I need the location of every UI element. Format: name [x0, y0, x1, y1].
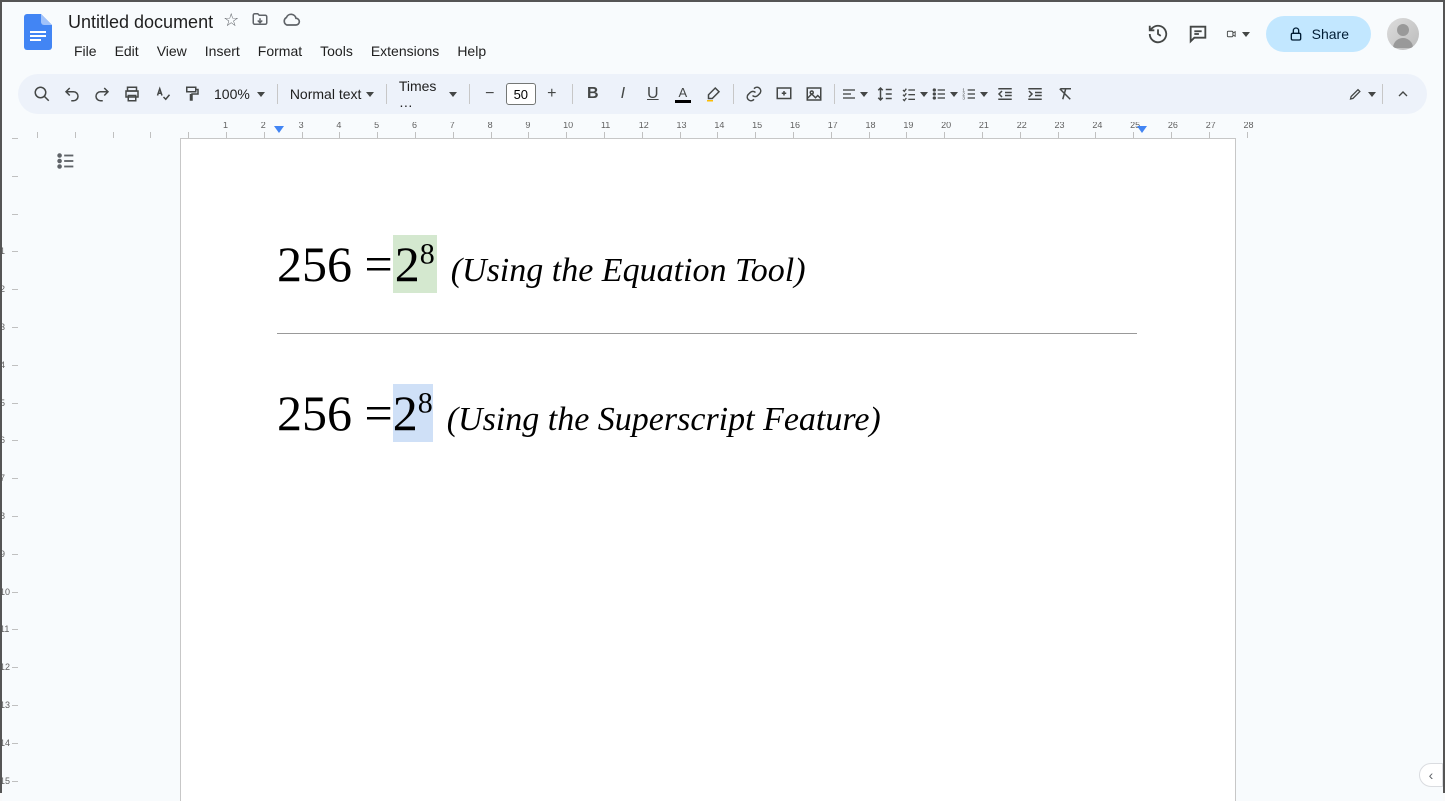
- header: Untitled document ☆ File Edit View Inser…: [2, 2, 1443, 66]
- clear-format-icon[interactable]: [1051, 80, 1079, 108]
- font-size-input[interactable]: [506, 83, 536, 105]
- toolbar-wrap: 100% Normal text Times … − + B I U A 123: [2, 66, 1443, 122]
- menu-tools[interactable]: Tools: [312, 39, 361, 63]
- document-title[interactable]: Untitled document: [66, 12, 213, 33]
- horizontal-rule: [277, 333, 1137, 334]
- bullet-list-icon[interactable]: [931, 80, 959, 108]
- right-margin-indicator[interactable]: [1137, 126, 1147, 133]
- user-avatar[interactable]: [1387, 18, 1419, 50]
- separator: [386, 84, 387, 104]
- paragraph-style-dropdown[interactable]: Normal text: [284, 80, 380, 108]
- print-icon[interactable]: [118, 80, 146, 108]
- move-icon[interactable]: [251, 10, 269, 35]
- link-icon[interactable]: [740, 80, 768, 108]
- expr2-exp: 8: [418, 386, 433, 419]
- comments-icon[interactable]: [1186, 22, 1210, 46]
- decrease-indent-icon[interactable]: [991, 80, 1019, 108]
- vertical-ruler[interactable]: [2, 138, 18, 801]
- spellcheck-icon[interactable]: [148, 80, 176, 108]
- left-margin-indicator[interactable]: [274, 126, 284, 133]
- horizontal-ruler[interactable]: [37, 122, 1425, 138]
- search-icon[interactable]: [28, 80, 56, 108]
- separator: [469, 84, 470, 104]
- logo-area: [18, 8, 66, 52]
- editing-mode-icon[interactable]: [1348, 80, 1376, 108]
- expr2-base: 2: [393, 385, 418, 441]
- text-color-icon[interactable]: A: [669, 80, 697, 108]
- undo-icon[interactable]: [58, 80, 86, 108]
- insert-image-icon[interactable]: [800, 80, 828, 108]
- style-value: Normal text: [290, 86, 362, 102]
- add-comment-icon[interactable]: [770, 80, 798, 108]
- numbered-list-icon[interactable]: 123: [961, 80, 989, 108]
- increase-font-icon[interactable]: +: [538, 80, 566, 108]
- expr1-exp: 8: [420, 237, 435, 270]
- font-dropdown[interactable]: Times …: [393, 80, 463, 108]
- menubar: File Edit View Insert Format Tools Exten…: [66, 36, 1146, 66]
- separator: [572, 84, 573, 104]
- meet-icon[interactable]: [1226, 22, 1250, 46]
- menu-help[interactable]: Help: [449, 39, 494, 63]
- menu-insert[interactable]: Insert: [197, 39, 248, 63]
- separator: [733, 84, 734, 104]
- share-button[interactable]: Share: [1266, 16, 1371, 52]
- line-superscript[interactable]: 256 = 28 (Using the Superscript Feature): [277, 384, 1139, 442]
- share-label: Share: [1312, 26, 1349, 42]
- menu-file[interactable]: File: [66, 39, 105, 63]
- cloud-status-icon[interactable]: [281, 10, 301, 35]
- title-icons: ☆: [223, 10, 301, 35]
- menu-view[interactable]: View: [149, 39, 195, 63]
- menu-extensions[interactable]: Extensions: [363, 39, 447, 63]
- menu-format[interactable]: Format: [250, 39, 310, 63]
- canvas-area: 256 = 28 (Using the Equation Tool) 256 =…: [2, 122, 1443, 801]
- line-spacing-icon[interactable]: [871, 80, 899, 108]
- page[interactable]: 256 = 28 (Using the Equation Tool) 256 =…: [180, 138, 1236, 801]
- lock-icon: [1288, 26, 1304, 42]
- paint-format-icon[interactable]: [178, 80, 206, 108]
- title-row: Untitled document ☆: [66, 8, 1146, 36]
- italic-icon[interactable]: I: [609, 80, 637, 108]
- history-icon[interactable]: [1146, 22, 1170, 46]
- expr1-prefix[interactable]: 256 =: [277, 235, 393, 293]
- expr2-prefix[interactable]: 256 =: [277, 384, 393, 442]
- separator: [1382, 84, 1383, 104]
- title-menu-area: Untitled document ☆ File Edit View Inser…: [66, 8, 1146, 66]
- underline-icon[interactable]: U: [639, 80, 667, 108]
- bold-icon[interactable]: B: [579, 80, 607, 108]
- expr1-base: 2: [395, 236, 420, 292]
- align-icon[interactable]: [841, 80, 869, 108]
- expr1-power[interactable]: 28: [393, 235, 437, 293]
- checklist-icon[interactable]: [901, 80, 929, 108]
- caption2[interactable]: (Using the Superscript Feature): [447, 401, 881, 439]
- highlight-icon[interactable]: [699, 80, 727, 108]
- separator: [834, 84, 835, 104]
- font-value: Times …: [399, 78, 445, 110]
- side-panel-toggle-icon[interactable]: ‹: [1419, 763, 1443, 787]
- docs-logo-icon[interactable]: [18, 12, 58, 52]
- collapse-toolbar-icon[interactable]: [1389, 80, 1417, 108]
- menu-edit[interactable]: Edit: [107, 39, 147, 63]
- zoom-value: 100%: [214, 86, 250, 102]
- svg-text:3: 3: [963, 95, 966, 100]
- star-icon[interactable]: ☆: [223, 10, 239, 35]
- separator: [277, 84, 278, 104]
- header-right: Share: [1146, 8, 1427, 52]
- line-equation-tool[interactable]: 256 = 28 (Using the Equation Tool): [277, 235, 1139, 293]
- document-content[interactable]: 256 = 28 (Using the Equation Tool) 256 =…: [277, 235, 1139, 442]
- decrease-font-icon[interactable]: −: [476, 80, 504, 108]
- caption1[interactable]: (Using the Equation Tool): [451, 252, 806, 290]
- redo-icon[interactable]: [88, 80, 116, 108]
- expr2-power[interactable]: 28: [393, 384, 433, 442]
- document-scroll[interactable]: 256 = 28 (Using the Equation Tool) 256 =…: [37, 138, 1425, 801]
- zoom-dropdown[interactable]: 100%: [208, 80, 271, 108]
- toolbar: 100% Normal text Times … − + B I U A 123: [18, 74, 1427, 114]
- increase-indent-icon[interactable]: [1021, 80, 1049, 108]
